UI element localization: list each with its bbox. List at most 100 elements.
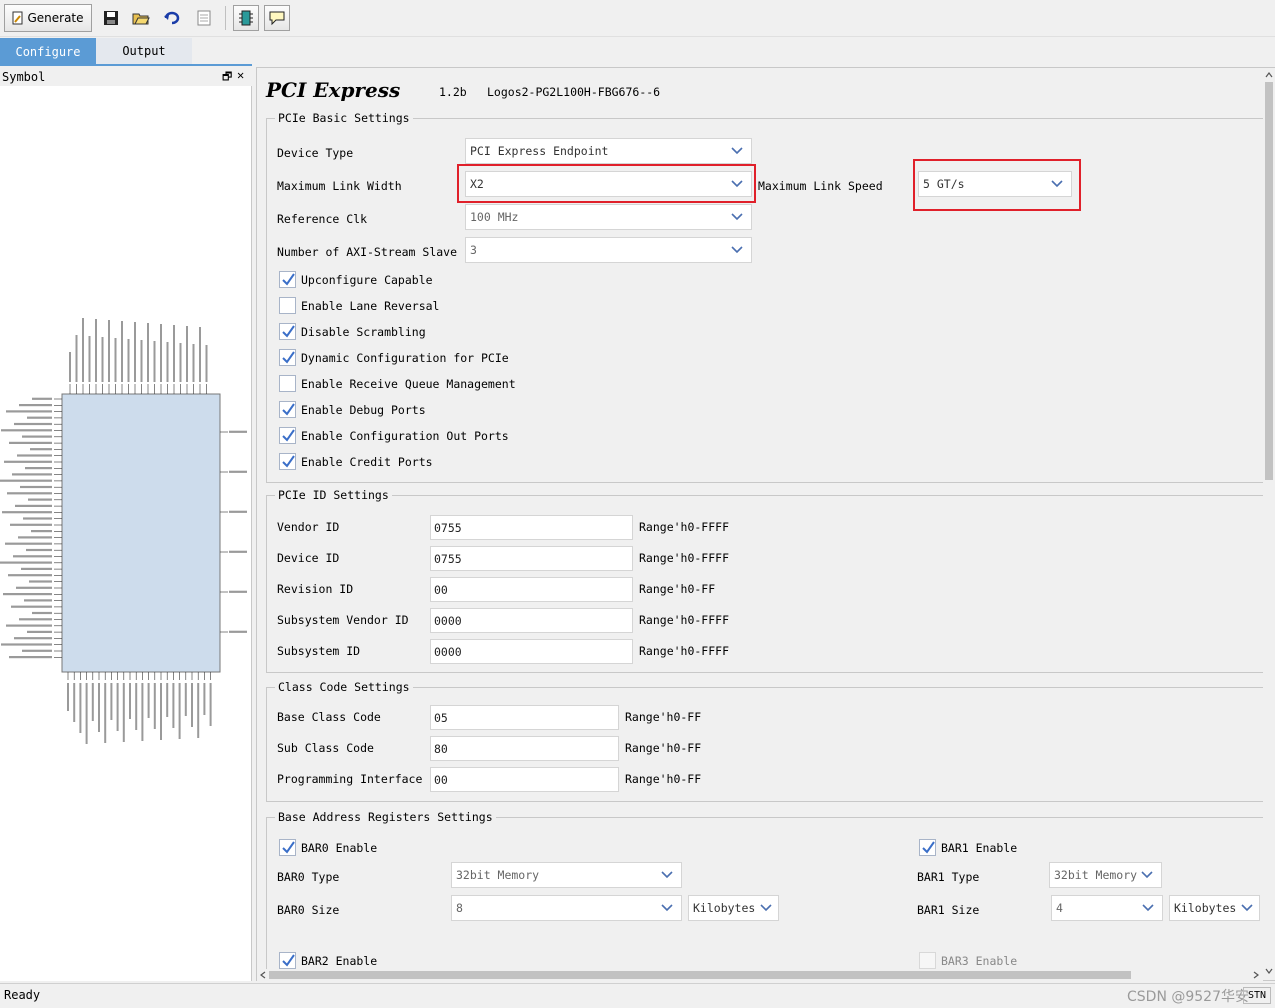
symbol-pin-label: [129, 683, 131, 719]
symbol-pin-label: [166, 342, 169, 382]
document-icon[interactable]: [192, 6, 216, 30]
text-input[interactable]: 00: [430, 577, 633, 602]
axi-stream-slave-select[interactable]: 3: [465, 237, 752, 263]
symbol-pin-label: [91, 683, 94, 721]
symbol-pin-label: [32, 397, 52, 400]
restore-icon[interactable]: 🗗: [222, 68, 232, 87]
device-part-label: Logos2-PG2L100H-FBG676--6: [487, 85, 661, 99]
bar3-enable-checkbox[interactable]: [919, 952, 936, 969]
symbol-pin-label: [18, 536, 52, 539]
bar1-size-select[interactable]: 4: [1051, 895, 1163, 921]
class-code-settings-section: Class Code Settings Base Class Code 05 Ran…: [266, 680, 1268, 802]
symbol-pin-label: [229, 630, 247, 633]
horizontal-scrollbar[interactable]: [257, 969, 1263, 981]
bar1-unit-select[interactable]: Kilobytes: [1169, 895, 1260, 921]
chevron-down-icon: [661, 871, 673, 879]
open-folder-icon[interactable]: [129, 6, 153, 30]
chip-icon[interactable]: [233, 5, 259, 31]
symbol-pin-label: [6, 410, 52, 413]
symbol-pin-label: [192, 344, 195, 382]
horizontal-scroll-thumb[interactable]: [269, 971, 1131, 979]
text-input[interactable]: 05: [430, 705, 619, 730]
text-input[interactable]: 00: [430, 767, 619, 792]
scroll-down-icon[interactable]: [1263, 966, 1275, 976]
option-checkbox[interactable]: [279, 427, 296, 444]
symbol-pin-label: [27, 630, 52, 633]
symbol-pin-label: [22, 649, 52, 652]
close-icon[interactable]: ✕: [237, 68, 244, 82]
symbol-pin-label: [16, 586, 52, 589]
tab-configure[interactable]: Configure: [0, 38, 96, 66]
text-input[interactable]: 0755: [430, 546, 633, 571]
toolbar: Generate: [0, 0, 1275, 37]
option-checkbox-label: Enable Receive Queue Management: [301, 377, 516, 391]
scroll-left-icon[interactable]: [258, 969, 268, 981]
symbol-pin-label: [160, 324, 162, 382]
highlight-box-link-width: [457, 164, 756, 203]
chevron-down-icon: [1142, 904, 1154, 912]
bar1-type-select[interactable]: 32bit Memory: [1049, 862, 1162, 888]
device-type-select[interactable]: PCI Express Endpoint: [465, 138, 752, 164]
text-input[interactable]: 0755: [430, 515, 633, 540]
bar0-type-select[interactable]: 32bit Memory: [451, 862, 682, 888]
field-label: Sub Class Code: [277, 741, 374, 755]
page-title: PCI Express: [266, 78, 401, 102]
ip-symbol-body: [61, 393, 221, 673]
generate-button[interactable]: Generate: [4, 4, 92, 32]
symbol-pin-label: [205, 345, 208, 382]
refresh-icon[interactable]: [160, 6, 184, 30]
text-input[interactable]: 80: [430, 736, 619, 761]
symbol-pin-label: [5, 542, 52, 545]
bar0-enable-checkbox[interactable]: [279, 839, 296, 856]
text-input[interactable]: 0000: [430, 608, 633, 633]
scroll-right-icon[interactable]: [1251, 969, 1261, 981]
comment-icon[interactable]: [264, 5, 290, 31]
section-title: Class Code Settings: [275, 680, 413, 694]
symbol-pin-label: [12, 473, 52, 476]
range-hint: Range'h0-FFFF: [639, 644, 730, 658]
bar0-unit-select[interactable]: Kilobytes: [688, 895, 779, 921]
vertical-scrollbar[interactable]: [1263, 68, 1275, 980]
symbol-pin-label: [110, 683, 113, 720]
symbol-pin-label: [127, 339, 130, 382]
bar0-size-select[interactable]: 8: [451, 895, 682, 921]
range-hint: Range'h0-FF: [625, 741, 702, 755]
vertical-scroll-thumb[interactable]: [1265, 82, 1273, 480]
option-checkbox[interactable]: [279, 401, 296, 418]
tab-output[interactable]: Output: [96, 38, 192, 66]
symbol-pin-label: [32, 611, 52, 615]
section-title: Base Address Registers Settings: [275, 810, 496, 824]
option-checkbox[interactable]: [279, 271, 296, 288]
generate-icon: [12, 11, 24, 26]
symbol-pin-label: [26, 548, 52, 552]
bar1-enable-checkbox[interactable]: [919, 839, 936, 856]
symbol-pin-label: [104, 683, 107, 743]
option-checkbox[interactable]: [279, 323, 296, 340]
range-hint: Range'h0-FFFF: [639, 613, 730, 627]
option-checkbox[interactable]: [279, 349, 296, 366]
symbol-pin-label: [191, 683, 193, 727]
symbol-pin-label: [19, 404, 52, 407]
checkmark-icon: [282, 954, 295, 967]
status-indicator: STN: [1243, 987, 1271, 1004]
symbol-pin-label: [82, 318, 84, 382]
option-checkbox-label: Dynamic Configuration for PCIe: [301, 351, 509, 365]
scroll-up-icon[interactable]: [1263, 70, 1275, 80]
chevron-down-icon: [1141, 871, 1153, 879]
reference-clk-select[interactable]: 100 MHz: [465, 204, 752, 230]
reference-clk-value: 100 MHz: [470, 210, 519, 224]
text-input[interactable]: 0000: [430, 639, 633, 664]
axi-stream-slave-label: Number of AXI-Stream Slave: [277, 245, 458, 259]
option-checkbox[interactable]: [279, 453, 296, 470]
option-checkbox-label: Enable Configuration Out Ports: [301, 429, 509, 443]
symbol-pin-label: [229, 510, 247, 513]
max-link-speed-label: Maximum Link Speed: [758, 179, 883, 193]
symbol-pin-label: [25, 467, 52, 470]
save-icon[interactable]: [99, 6, 123, 30]
option-checkbox[interactable]: [279, 297, 296, 314]
device-type-value: PCI Express Endpoint: [470, 144, 609, 158]
option-checkbox[interactable]: [279, 375, 296, 392]
symbol-pin-label: [7, 492, 52, 495]
bar2-enable-checkbox[interactable]: [279, 952, 296, 969]
chevron-down-icon: [760, 904, 772, 912]
